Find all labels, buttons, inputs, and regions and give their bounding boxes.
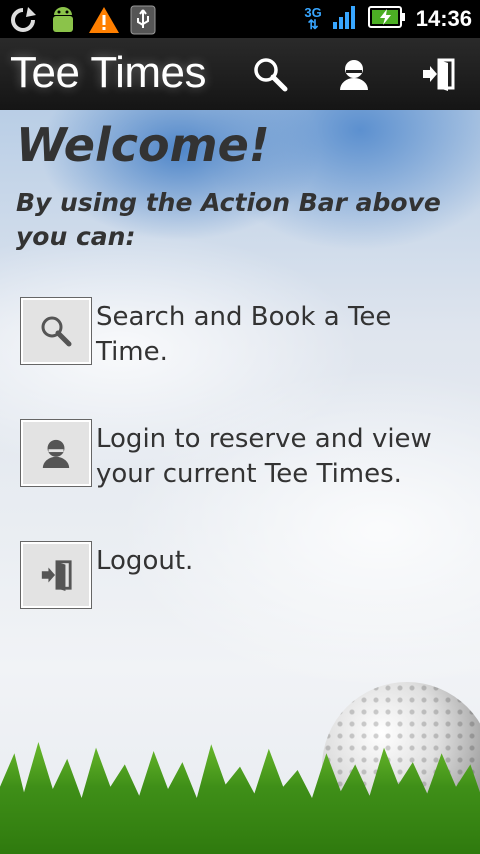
usb-icon bbox=[130, 5, 156, 39]
search-feature-text: Search and Book a Tee Time. bbox=[96, 302, 392, 367]
signal-icon bbox=[332, 4, 358, 34]
notification-icons bbox=[8, 4, 156, 40]
action-bar: Tee Times bbox=[0, 38, 480, 112]
logout-feature-button[interactable] bbox=[20, 541, 92, 609]
login-feature-button[interactable] bbox=[20, 419, 92, 487]
battery-charging-icon bbox=[367, 5, 406, 33]
instructions-text: By using the Action Bar above you can: bbox=[16, 188, 441, 251]
logout-icon bbox=[423, 58, 455, 91]
logout-feature-text: Logout. bbox=[96, 546, 194, 576]
search-icon bbox=[254, 58, 288, 92]
search-icon bbox=[41, 316, 72, 347]
login-action-button[interactable] bbox=[330, 50, 378, 98]
login-feature-text: Login to reserve and view your current T… bbox=[96, 424, 432, 489]
android-icon bbox=[48, 4, 78, 40]
system-icons: 3G ⇅ 14:36 bbox=[304, 4, 472, 34]
clock: 14:36 bbox=[415, 6, 472, 31]
user-icon bbox=[340, 60, 368, 90]
network-type: 3G ⇅ bbox=[304, 5, 322, 32]
search-action-button[interactable] bbox=[246, 50, 294, 98]
status-bar: 3G ⇅ 14:36 bbox=[0, 0, 480, 38]
warning-icon bbox=[88, 5, 120, 39]
sync-icon bbox=[8, 5, 38, 39]
search-feature-button[interactable] bbox=[20, 297, 92, 365]
logout-icon bbox=[41, 560, 72, 592]
welcome-heading: Welcome! bbox=[16, 118, 270, 172]
app-title: Tee Times bbox=[10, 48, 207, 97]
user-icon bbox=[42, 439, 70, 469]
logout-action-button[interactable] bbox=[414, 50, 462, 98]
